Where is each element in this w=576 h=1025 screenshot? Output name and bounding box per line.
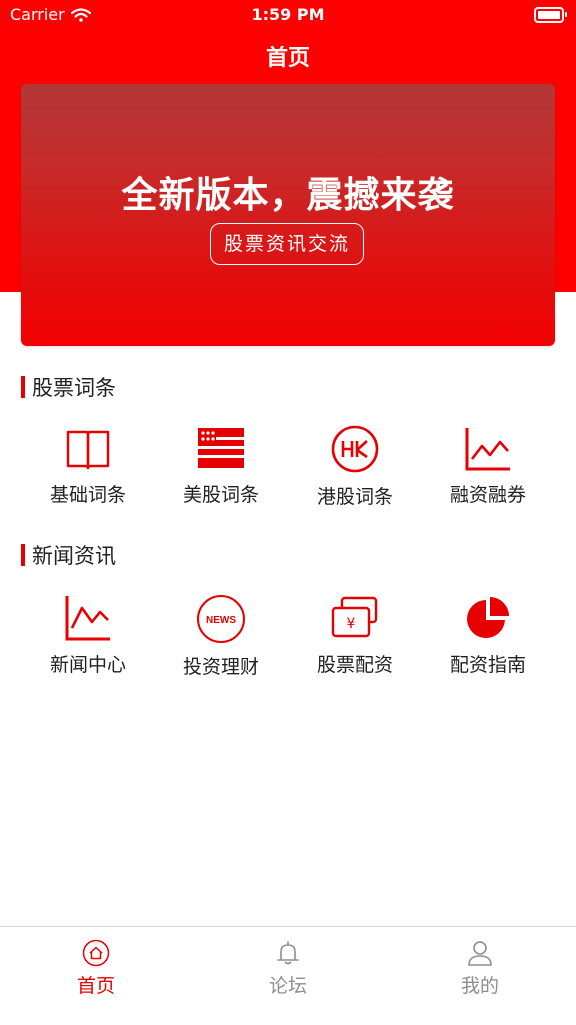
status-bar: Carrier 1:59 PM [0,0,576,30]
grid-item-label: 基础词条 [49,484,126,506]
grid-item-news-center[interactable]: 新闻中心 [21,594,155,677]
home-icon [82,939,110,967]
news-badge-icon: NEWS [197,595,245,643]
grid-item-label: 融资融券 [449,484,526,506]
grid-item-margin-trading[interactable]: 融资融券 [421,424,555,507]
grid-item-basic-terms[interactable]: 基础词条 [21,424,155,507]
hk-badge-icon [331,425,379,473]
grid-item-label: 美股词条 [182,484,259,506]
grid-item-label: 投资理财 [182,656,259,678]
tab-label: 论坛 [268,975,307,997]
battery-icon [534,7,567,23]
section-accent-bar [21,376,25,398]
tab-label: 我的 [460,975,499,997]
svg-text:NEWS: NEWS [206,615,236,626]
tab-home[interactable]: 首页 [36,939,156,998]
user-icon [468,941,492,966]
bell-icon [277,941,299,965]
section-accent-bar [21,544,25,566]
tab-profile[interactable]: 我的 [420,939,540,998]
banner-button[interactable]: 股票资讯交流 [210,223,364,265]
section-title: 新闻资讯 [32,544,116,568]
pie-chart-icon [467,597,509,638]
status-time: 1:59 PM [251,5,325,24]
grid-item-label: 股票配资 [316,654,393,676]
us-flag-icon [198,428,244,468]
tab-label: 首页 [76,975,115,997]
section-title: 股票词条 [32,376,116,400]
grid-item-us-stock-terms[interactable]: 美股词条 [154,424,288,507]
grid-item-allocation-guide[interactable]: 配资指南 [421,594,555,677]
section-header-stock-terms: 股票词条 [21,373,116,401]
grid-item-stock-allocation[interactable]: ¥ 股票配资 [288,594,422,677]
section-header-news: 新闻资讯 [21,541,116,569]
grid-item-investment[interactable]: NEWS 投资理财 [154,594,288,679]
grid-item-hk-stock-terms[interactable]: 港股词条 [288,424,422,509]
banner-headline: 全新版本，震撼来袭 [121,175,455,216]
book-icon [66,430,110,470]
grid-item-label: 港股词条 [316,486,393,508]
line-chart-icon [65,596,110,641]
page-title: 首页 [265,46,310,71]
grid-item-label: 配资指南 [449,654,526,676]
line-chart-icon [465,428,510,471]
tab-forum[interactable]: 论坛 [228,939,348,998]
grid-item-label: 新闻中心 [49,654,126,676]
yen-cards-icon: ¥ [331,596,378,638]
tab-bar: 首页 论坛 我的 [0,926,576,1025]
svg-text:¥: ¥ [347,616,356,632]
